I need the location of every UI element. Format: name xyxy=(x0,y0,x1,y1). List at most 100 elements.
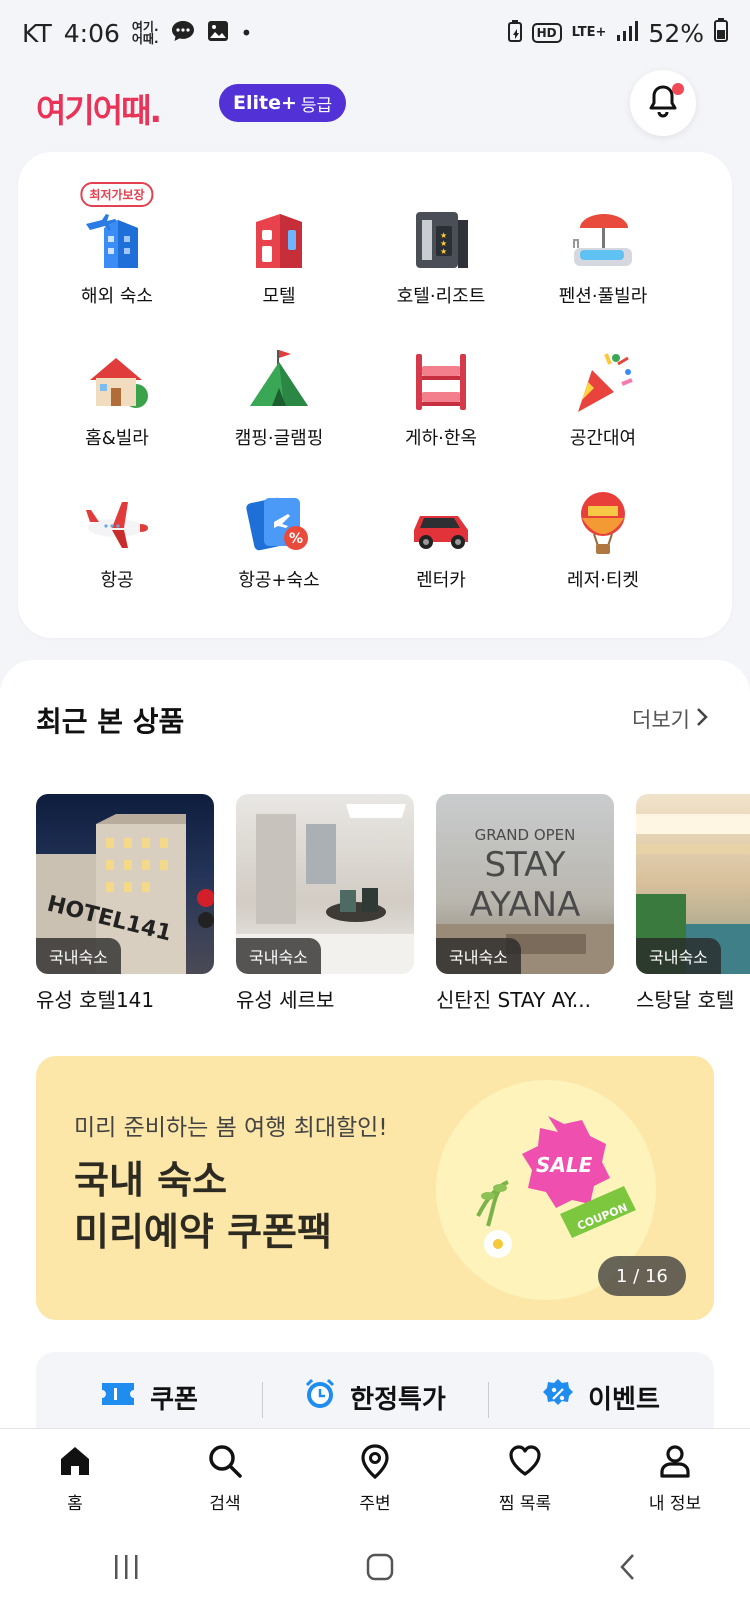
back-icon[interactable] xyxy=(618,1552,638,1586)
nav-nearby[interactable]: 주변 xyxy=(300,1429,450,1528)
category-label: 펜션·풀빌라 xyxy=(558,286,648,307)
app-notification-icon: 여기. 어때. xyxy=(131,20,159,46)
category-camping[interactable]: 캠핑·글램핑 xyxy=(198,324,360,466)
recent-card[interactable]: HOTEL141 국내숙소 유성 호텔141 xyxy=(36,794,214,1013)
home-icon xyxy=(57,1443,93,1483)
category-label: 렌터카 xyxy=(416,570,466,591)
recent-tag: 국내숙소 xyxy=(636,938,721,974)
carrier-label: KT xyxy=(22,18,52,48)
membership-grade-badge[interactable]: Elite+ 등급 xyxy=(219,84,347,122)
more-label: 더보기 xyxy=(632,708,690,732)
promo-title: 국내 숙소 미리예약 쿠폰팩 xyxy=(74,1154,332,1258)
gallery-icon xyxy=(207,19,229,48)
status-bar: KT 4:06 여기. 어때. • HD LTE+ 52% xyxy=(0,0,750,66)
promo-line-1: GRAND OPEN xyxy=(475,826,576,844)
category-label: 홈&빌라 xyxy=(85,428,149,449)
banner-page-counter: 1 / 16 xyxy=(598,1256,686,1296)
recent-card[interactable]: 국내숙소 스탕달 호텔 xyxy=(636,794,750,1013)
category-label: 공간대여 xyxy=(569,428,637,449)
nav-label: 찜 목록 xyxy=(498,1494,552,1514)
recent-tag: 국내숙소 xyxy=(36,938,121,974)
nav-home[interactable]: 홈 xyxy=(0,1429,150,1528)
category-space-rental[interactable]: 공간대여 xyxy=(522,324,684,466)
category-card: 최저가보장 해외 숙소 모텔 ★ ★ ★ 호텔·리조트 펜션·풀빌라 홈&빌라 … xyxy=(18,152,732,638)
recent-name: 유성 세르보 xyxy=(236,988,335,1012)
party-popper-icon xyxy=(578,353,633,412)
promo-subtitle: 미리 준비하는 봄 여행 최대할인! xyxy=(74,1115,388,1141)
category-label: 레저·티켓 xyxy=(567,570,639,591)
notification-button[interactable] xyxy=(630,70,696,136)
message-icon xyxy=(171,19,195,48)
car-icon xyxy=(414,516,468,549)
limited-deal-label: 한정특가 xyxy=(350,1384,446,1415)
home-button-icon[interactable] xyxy=(365,1552,395,1586)
battery-percent: 52% xyxy=(648,18,704,48)
lte-icon: LTE+ xyxy=(571,25,607,40)
category-rent-car[interactable]: 렌터카 xyxy=(360,466,522,608)
category-flight[interactable]: 항공 xyxy=(36,466,198,608)
recent-name: 유성 호텔141 xyxy=(36,988,155,1012)
category-label: 해외 숙소 xyxy=(81,286,153,307)
category-hotel[interactable]: ★ ★ ★ 호텔·리조트 xyxy=(360,182,522,324)
nav-wishlist[interactable]: 찜 목록 xyxy=(450,1429,600,1528)
battery-saver-icon xyxy=(507,19,522,48)
recent-card[interactable]: GRAND OPEN STAY AYANA 국내숙소 신탄진 STAY AY..… xyxy=(436,794,614,1013)
nav-search[interactable]: 검색 xyxy=(150,1429,300,1528)
nav-label: 검색 xyxy=(209,1494,241,1514)
category-pension[interactable]: 펜션·풀빌라 xyxy=(522,182,684,324)
category-guesthouse[interactable]: 게하·한옥 xyxy=(360,324,522,466)
notification-dot xyxy=(672,83,684,95)
recent-more-link[interactable]: 더보기 xyxy=(632,704,708,734)
search-icon xyxy=(207,1443,243,1483)
coupon-label: 쿠폰 xyxy=(150,1384,198,1415)
limited-deal-link[interactable]: 한정특가 xyxy=(262,1378,488,1418)
nav-label: 내 정보 xyxy=(648,1494,702,1514)
location-pin-icon xyxy=(357,1443,393,1483)
category-label: 항공 xyxy=(100,570,134,591)
best-price-badge: 최저가보장 xyxy=(80,182,154,207)
nav-my-info[interactable]: 내 정보 xyxy=(600,1429,750,1528)
heart-icon xyxy=(507,1443,543,1483)
balloon-icon xyxy=(581,492,625,554)
promo-banner[interactable]: 미리 준비하는 봄 여행 최대할인! 국내 숙소 미리예약 쿠폰팩 SALE C… xyxy=(36,1056,714,1320)
nav-label: 홈 xyxy=(67,1494,83,1514)
chevron-right-icon xyxy=(696,707,708,732)
recent-title: 최근 본 상품 xyxy=(36,705,185,738)
event-label: 이벤트 xyxy=(588,1384,660,1415)
airplane-icon xyxy=(86,502,148,548)
recent-apps-icon[interactable] xyxy=(112,1553,142,1585)
grade-label: Elite+ xyxy=(233,92,297,114)
event-link[interactable]: 이벤트 xyxy=(488,1378,714,1418)
category-label: 모텔 xyxy=(262,286,296,307)
tent-icon xyxy=(250,350,308,406)
category-overseas[interactable]: 최저가보장 해외 숙소 xyxy=(36,182,198,324)
category-home-villa[interactable]: 홈&빌라 xyxy=(36,324,198,466)
pool-villa-icon xyxy=(573,214,632,266)
percent-badge-icon xyxy=(542,1378,574,1417)
category-leisure-ticket[interactable]: 레저·티켓 xyxy=(522,466,684,608)
house-icon xyxy=(90,358,148,408)
recent-tag: 국내숙소 xyxy=(236,938,321,974)
recent-list: HOTEL141 국내숙소 유성 호텔141 국내숙소 유성 세르보 GRAND… xyxy=(36,794,750,1014)
battery-icon xyxy=(714,18,728,48)
sale-text: SALE xyxy=(536,1153,593,1177)
category-grid: 최저가보장 해외 숙소 모텔 ★ ★ ★ 호텔·리조트 펜션·풀빌라 홈&빌라 … xyxy=(36,182,686,608)
recent-card[interactable]: 국내숙소 유성 세르보 xyxy=(236,794,414,1013)
category-motel[interactable]: 모텔 xyxy=(198,182,360,324)
coupon-link[interactable]: 쿠폰 xyxy=(36,1379,262,1416)
svg-text:★: ★ xyxy=(440,247,447,256)
brand-logo[interactable]: 여기어때. xyxy=(36,84,162,132)
ticket-icon xyxy=(100,1381,136,1414)
promo-title-line-2: 미리예약 쿠폰팩 xyxy=(74,1210,332,1254)
category-label: 호텔·리조트 xyxy=(396,286,486,307)
dot-indicator: • xyxy=(240,21,253,45)
main-content: 최근 본 상품 더보기 HOTEL141 국내숙소 유성 호텔141 국내숙소 … xyxy=(0,660,750,1442)
grade-suffix: 등급 xyxy=(300,95,333,116)
motel-icon xyxy=(256,214,302,268)
hd-voice-icon: HD xyxy=(531,23,562,43)
category-flight-hotel[interactable]: % 항공+숙소 xyxy=(198,466,360,608)
signal-icon xyxy=(616,19,639,48)
hotel-icon: ★★★ xyxy=(416,212,468,268)
promo-line-3: AYANA xyxy=(470,885,581,925)
category-label: 항공+숙소 xyxy=(238,570,320,591)
